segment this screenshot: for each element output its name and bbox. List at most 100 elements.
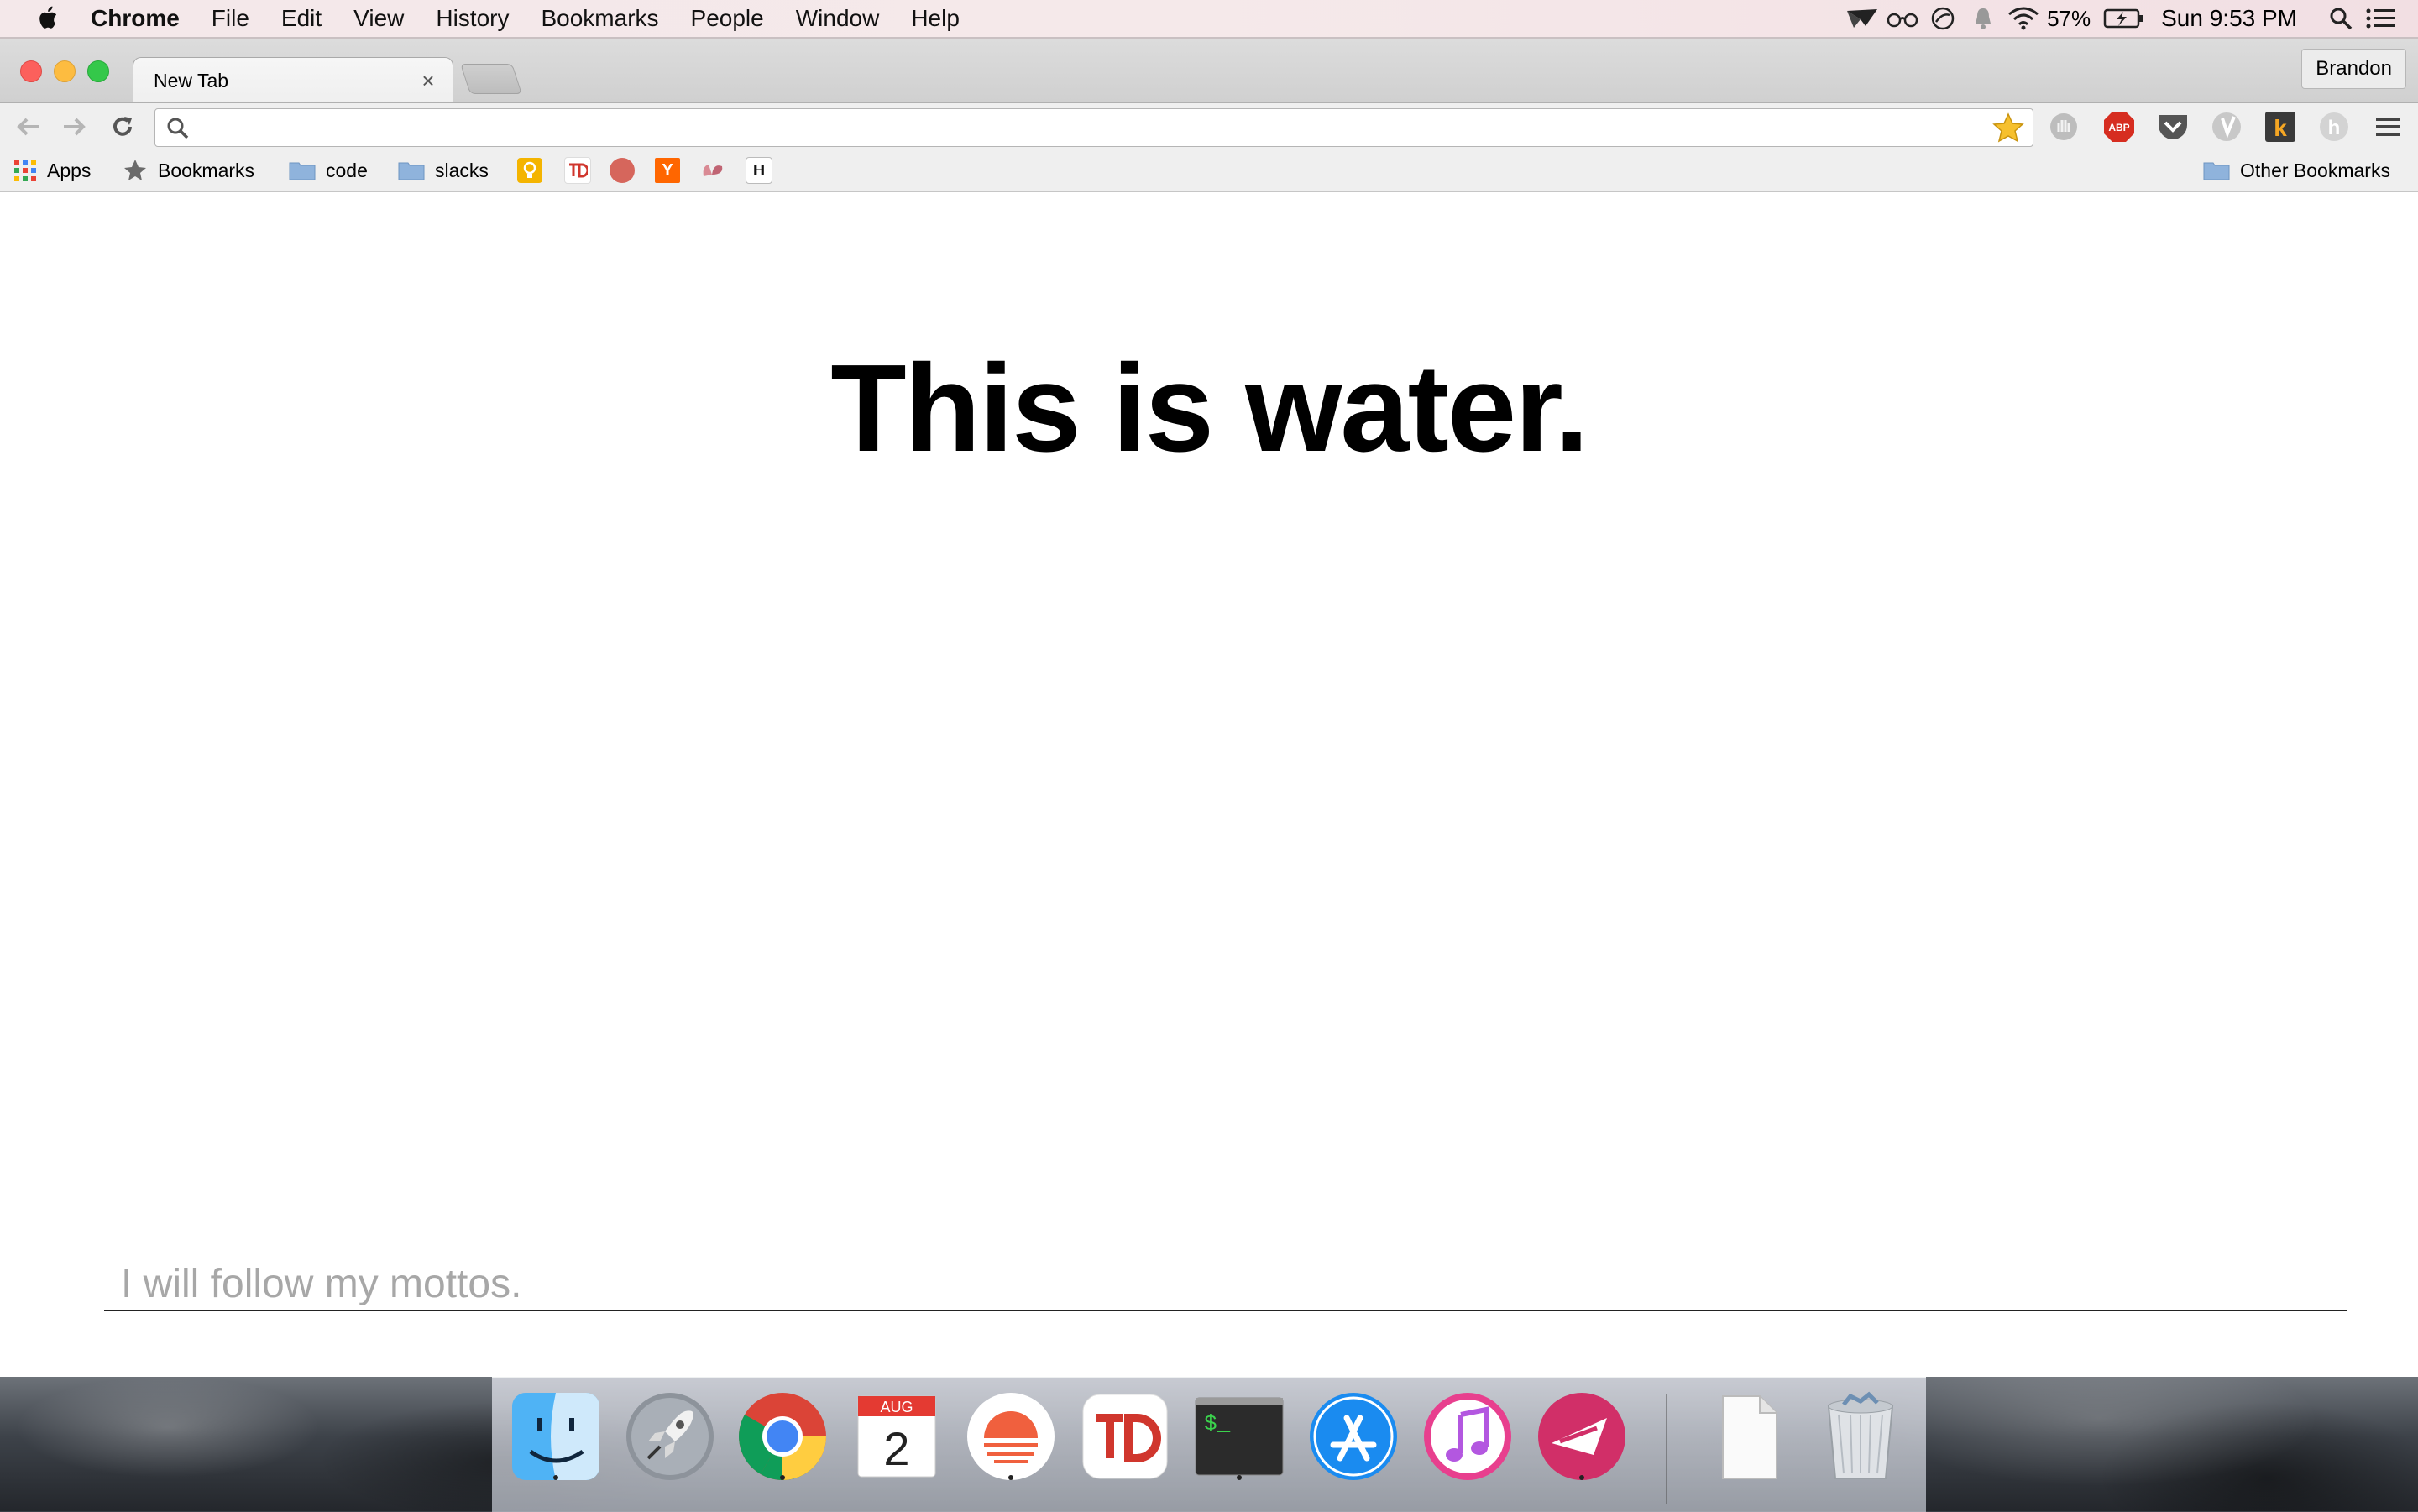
maximize-window-button[interactable]: [87, 60, 109, 82]
bookmark-star-icon[interactable]: [1992, 112, 2024, 143]
svg-text:AUG: AUG: [880, 1399, 913, 1415]
glasses-icon[interactable]: [1886, 4, 1919, 33]
notification-bell-icon[interactable]: [1966, 4, 2000, 33]
close-window-button[interactable]: [20, 60, 42, 82]
dock-trash[interactable]: [1814, 1389, 1908, 1483]
spotlight-search-icon[interactable]: [2324, 4, 2358, 33]
adblock-plus-icon[interactable]: ABP: [2102, 110, 2136, 144]
running-indicator: [1237, 1475, 1242, 1480]
bookmark-label: Bookmarks: [158, 159, 255, 181]
sunrise-icon: [967, 1393, 1055, 1480]
battery-charging-icon[interactable]: [2102, 4, 2146, 33]
browser-window: New Tab × Brandon ABP k h Apps Bookmarks…: [0, 39, 2418, 1377]
menu-view[interactable]: View: [353, 5, 404, 32]
red-circle-icon: [610, 158, 635, 183]
menu-help[interactable]: Help: [911, 5, 960, 32]
bookmark-hacker-news[interactable]: Y: [655, 156, 680, 185]
dock-launchpad[interactable]: [623, 1389, 717, 1483]
paper-plane-icon[interactable]: [1845, 4, 1879, 33]
menu-clock[interactable]: Sun 9:53 PM: [2161, 5, 2297, 32]
bookmark-folder-slacks[interactable]: slacks: [398, 156, 489, 185]
terminal-icon: $_: [1195, 1397, 1284, 1476]
vimium-icon[interactable]: [2210, 110, 2243, 144]
chrome-menu-icon[interactable]: [2371, 110, 2405, 144]
back-arrow-icon[interactable]: [13, 112, 44, 142]
finder-icon: [512, 1393, 599, 1480]
menu-people[interactable]: People: [691, 5, 764, 32]
running-indicator: [1579, 1475, 1584, 1480]
menu-extras: 57% Sun 9:53 PM: [1845, 0, 2418, 37]
todoist-icon: [1082, 1394, 1168, 1479]
bookmarks-bar: Apps Bookmarks code slacks Y H Other Boo…: [0, 149, 2418, 192]
omnibox-input[interactable]: [202, 112, 1969, 143]
lightbulb-icon: [517, 158, 542, 183]
minimize-window-button[interactable]: [54, 60, 76, 82]
profile-button[interactable]: Brandon: [2301, 49, 2406, 89]
dock-itunes[interactable]: [1421, 1389, 1515, 1483]
svg-text:h: h: [2328, 117, 2341, 139]
menu-edit[interactable]: Edit: [281, 5, 322, 32]
bookmark-label: Other Bookmarks: [2240, 159, 2390, 181]
bookmark-h[interactable]: H: [746, 156, 772, 185]
omnibox[interactable]: [154, 108, 2033, 147]
itunes-icon: [1424, 1393, 1511, 1480]
dock-sunrise[interactable]: [964, 1389, 1058, 1483]
menu-history[interactable]: History: [436, 5, 509, 32]
apple-logo-icon[interactable]: [32, 3, 65, 34]
dock-document[interactable]: [1701, 1389, 1795, 1483]
dock-chrome[interactable]: [735, 1389, 830, 1483]
menu-window[interactable]: Window: [796, 5, 880, 32]
search-icon: [167, 118, 189, 139]
apps-grid-icon: [14, 160, 36, 181]
hand-ext-icon[interactable]: [2047, 110, 2080, 144]
tab-title: New Tab: [154, 69, 229, 92]
tab-strip: New Tab × Brandon: [0, 39, 2418, 103]
dock-separator: [1666, 1394, 1667, 1504]
skitch-icon: [1538, 1393, 1625, 1480]
bookmark-lightbulb[interactable]: [517, 156, 542, 185]
motto-input[interactable]: [104, 1258, 2347, 1311]
bookmark-apps[interactable]: Apps: [13, 156, 91, 185]
dock-calendar[interactable]: AUG 2: [850, 1389, 944, 1483]
bookmark-folder-code[interactable]: code: [289, 156, 368, 185]
dock-app-store[interactable]: [1306, 1389, 1400, 1483]
page-heading: This is water.: [830, 339, 1588, 478]
dock-finder[interactable]: [509, 1389, 603, 1483]
wifi-icon[interactable]: [2007, 4, 2040, 33]
svg-text:ABP: ABP: [2108, 122, 2129, 133]
dock: AUG 2 $_: [492, 1377, 1926, 1512]
bookmark-extension[interactable]: [700, 156, 725, 185]
svg-text:2: 2: [883, 1422, 909, 1475]
browser-toolbar: ABP k h: [0, 102, 2418, 150]
hypothesis-icon[interactable]: h: [2317, 110, 2351, 144]
folder-icon: [398, 162, 425, 180]
do-not-disturb-icon[interactable]: [1926, 4, 1960, 33]
todoist-icon: [564, 157, 591, 184]
dock-terminal[interactable]: $_: [1192, 1389, 1286, 1483]
calendar-icon: AUG 2: [857, 1395, 936, 1478]
running-indicator: [1008, 1475, 1013, 1480]
svg-text:k: k: [2274, 115, 2287, 141]
menu-bar: Chrome File Edit View History Bookmarks …: [0, 0, 2418, 39]
new-tab-button[interactable]: [460, 64, 522, 94]
other-bookmarks-folder[interactable]: Other Bookmarks: [2203, 156, 2390, 185]
pocket-icon[interactable]: [2156, 110, 2190, 144]
launchpad-rocket-icon: [626, 1393, 714, 1480]
forward-arrow-icon[interactable]: [59, 112, 89, 142]
bookmark-red-circle[interactable]: [610, 156, 635, 185]
running-indicator: [780, 1475, 785, 1480]
bookmark-label: slacks: [435, 159, 489, 181]
tab-new-tab[interactable]: New Tab ×: [133, 57, 453, 103]
menu-file[interactable]: File: [212, 5, 249, 32]
dock-todoist[interactable]: [1078, 1389, 1172, 1483]
notification-center-icon[interactable]: [2364, 4, 2398, 33]
page-content: This is water.: [0, 193, 2418, 1377]
kiwi-icon[interactable]: k: [2264, 110, 2297, 144]
bookmark-bookmarks[interactable]: Bookmarks: [123, 156, 254, 185]
reload-icon[interactable]: [107, 112, 138, 142]
dock-skitch[interactable]: [1535, 1389, 1629, 1483]
tab-close-icon[interactable]: ×: [416, 68, 441, 94]
bookmark-todoist[interactable]: [564, 156, 591, 185]
menu-app-name[interactable]: Chrome: [91, 5, 180, 32]
menu-bookmarks[interactable]: Bookmarks: [541, 5, 658, 32]
